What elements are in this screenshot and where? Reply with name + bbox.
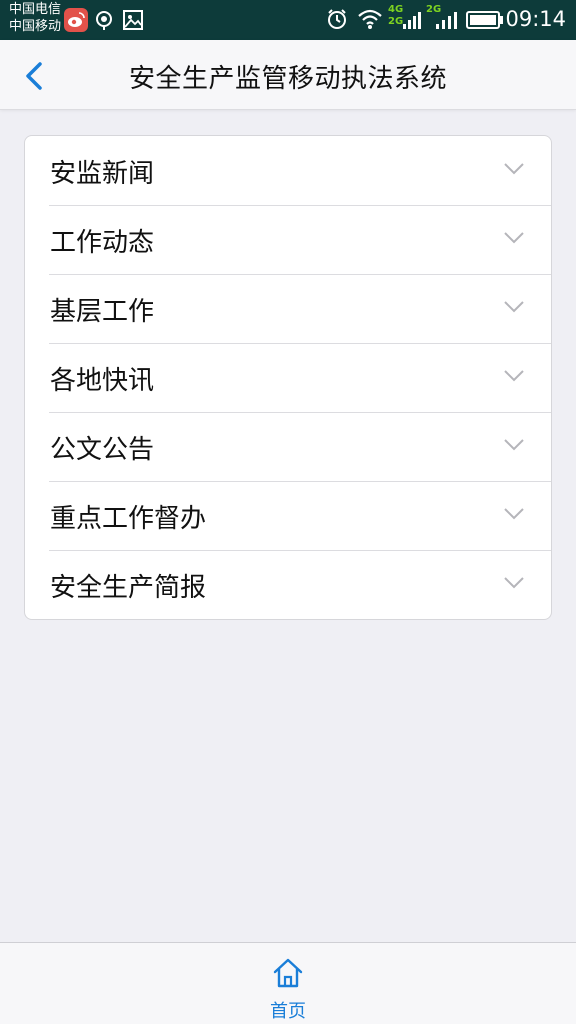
chevron-down-icon — [504, 301, 524, 313]
menu-item-label: 公文公告 — [50, 435, 155, 465]
menu-item-label: 安监新闻 — [50, 159, 155, 189]
signal-icon — [403, 12, 421, 29]
alarm-icon — [328, 9, 346, 29]
chevron-down-icon — [504, 232, 524, 244]
clock: 09:14 — [505, 7, 566, 31]
menu-item-regional-news[interactable]: 各地快讯 — [25, 343, 551, 412]
menu-item-key-supervision[interactable]: 重点工作督办 — [25, 481, 551, 550]
network-type-1: 4G 2G — [388, 4, 403, 28]
menu-list: 安监新闻 工作动态 基层工作 各地快讯 公文公告 重点工作督办 安全生产简报 — [24, 135, 552, 620]
chevron-down-icon — [504, 370, 524, 382]
chevron-down-icon — [504, 577, 524, 589]
menu-item-label: 重点工作督办 — [50, 504, 207, 534]
menu-item-label: 工作动态 — [50, 228, 155, 258]
menu-item-news[interactable]: 安监新闻 — [25, 136, 551, 205]
carrier-2-label: 中国移动 — [9, 19, 62, 34]
menu-item-label: 各地快讯 — [50, 366, 155, 396]
menu-item-label: 安全生产简报 — [50, 573, 207, 603]
page-title: 安全生产监管移动执法系统 — [128, 64, 447, 94]
menu-item-grassroots-work[interactable]: 基层工作 — [25, 274, 551, 343]
menu-item-safety-briefing[interactable]: 安全生产简报 — [25, 550, 551, 619]
network-2g-label: 2G — [388, 16, 404, 27]
battery-icon — [466, 11, 503, 29]
menu-item-work-updates[interactable]: 工作动态 — [25, 205, 551, 274]
carrier-info: 中国电信 中国移动 — [9, 1, 61, 35]
chevron-down-icon — [504, 508, 524, 520]
menu-item-announcements[interactable]: 公文公告 — [25, 412, 551, 481]
carrier-1-label: 中国电信 — [9, 2, 62, 17]
wifi-icon — [358, 9, 382, 29]
weibo-icon — [64, 8, 88, 32]
network-4g-label: 4G — [388, 4, 404, 15]
tab-home-label: 首页 — [270, 1001, 306, 1022]
tab-home[interactable]: 首页 — [238, 949, 338, 1022]
bottom-tab-bar: 首页 — [0, 942, 576, 1024]
status-bar: 中国电信 中国移动 4G 2G 2G 09:14 — [0, 0, 576, 40]
chevron-down-icon — [504, 163, 524, 175]
image-icon — [123, 10, 143, 30]
menu-item-label: 基层工作 — [50, 297, 155, 327]
home-icon — [273, 958, 303, 988]
eye-icon — [96, 11, 112, 30]
chevron-down-icon — [504, 439, 524, 451]
app-header: 安全生产监管移动执法系统 — [0, 40, 576, 110]
signal-icon — [436, 12, 457, 29]
